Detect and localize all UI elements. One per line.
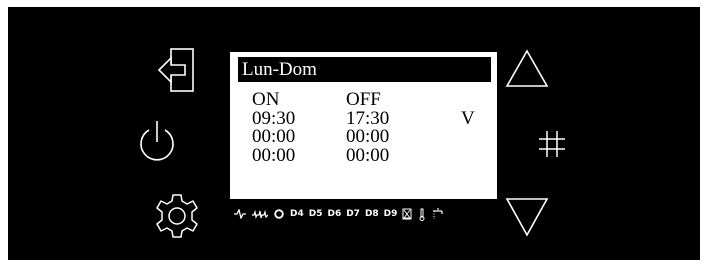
pulse-icon	[234, 209, 246, 219]
exit-icon[interactable]	[155, 46, 199, 94]
double-pulse-icon	[252, 209, 268, 219]
indicator-d9: D9	[383, 209, 398, 219]
indicator-d5: D5	[308, 209, 323, 219]
on-column-header: ON	[252, 89, 280, 110]
gear-icon[interactable]	[152, 191, 202, 241]
power-icon[interactable]	[135, 118, 179, 166]
down-triangle-icon[interactable]	[504, 195, 550, 239]
row-2-off-time: 00:00	[346, 126, 390, 147]
row-2-on-time: 00:00	[252, 126, 296, 147]
row-1-active-flag: V	[461, 108, 475, 129]
hash-icon[interactable]	[536, 128, 568, 160]
hourglass-icon	[402, 208, 412, 220]
status-bar: D4 D5 D6 D7 D8 D9	[234, 206, 450, 222]
off-column-header: OFF	[346, 89, 381, 110]
indicator-d4: D4	[290, 209, 304, 219]
up-triangle-icon[interactable]	[504, 48, 550, 90]
indicator-d7: D7	[346, 209, 360, 219]
lcd-screen: Lun-Dom ON OFF 09:30 17:30 V 00:00 00:00…	[230, 52, 497, 199]
schedule-title: Lun-Dom	[238, 57, 491, 82]
faucet-icon	[433, 208, 444, 219]
thermometer-icon	[419, 208, 425, 221]
indicator-d8: D8	[364, 209, 379, 219]
control-panel: Lun-Dom ON OFF 09:30 17:30 V 00:00 00:00…	[8, 7, 700, 260]
circle-icon	[274, 209, 284, 219]
row-3-off-time: 00:00	[346, 145, 390, 166]
indicator-d6: D6	[327, 209, 342, 219]
row-3-on-time: 00:00	[252, 145, 296, 166]
